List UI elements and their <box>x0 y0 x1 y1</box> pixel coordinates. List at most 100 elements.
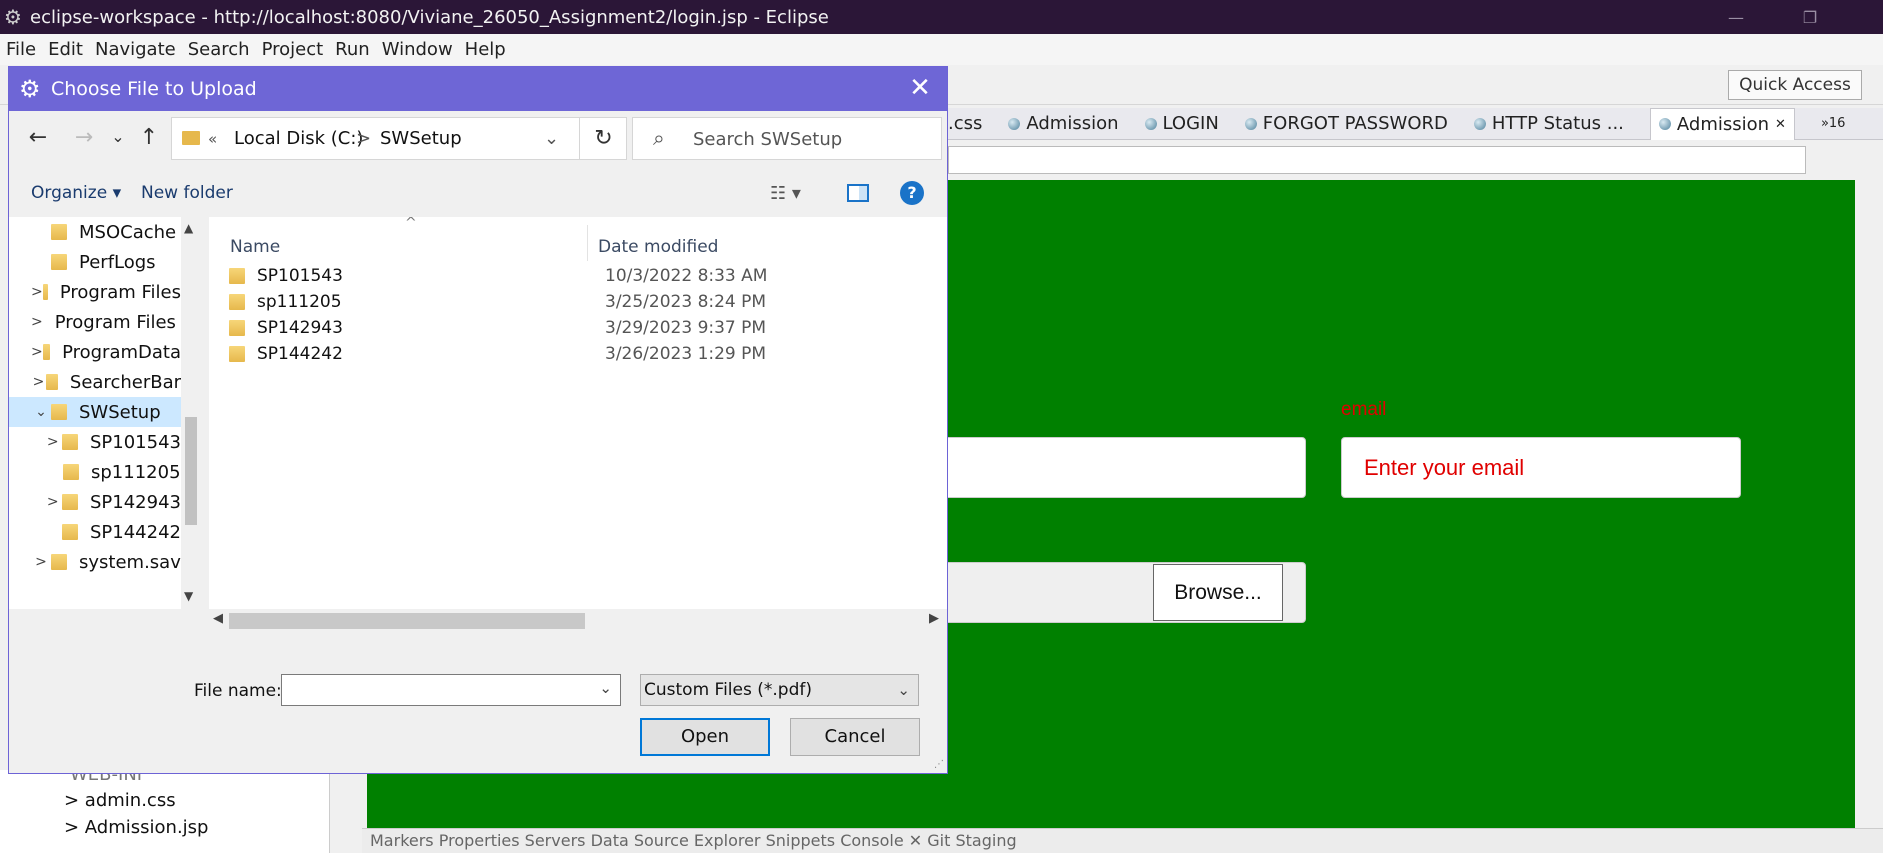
scrollbar-thumb[interactable] <box>229 613 585 629</box>
tree-item[interactable]: > Program Files <box>31 277 181 307</box>
menu-project[interactable]: Project <box>262 39 324 60</box>
folder-icon <box>62 494 78 510</box>
tree-item-admin-css[interactable]: > admin.css <box>64 790 176 811</box>
tab-css[interactable]: .css <box>948 113 982 134</box>
browse-button[interactable]: Browse... <box>1153 564 1283 621</box>
tree-item-label: SearcherBar <box>69 371 181 393</box>
quick-access-field[interactable]: Quick Access <box>1728 70 1862 100</box>
tree-item[interactable]: > SP101543 <box>43 427 181 457</box>
file-name-input[interactable]: ⌄ <box>281 674 621 706</box>
breadcrumb-separator: > <box>356 128 372 149</box>
tree-item[interactable]: > Program Files ( <box>31 307 189 337</box>
resize-grip-icon[interactable]: ⋰ <box>934 759 944 770</box>
tree-item[interactable]: > system.sav <box>31 547 181 577</box>
tree-item[interactable]: PerfLogs <box>31 247 181 277</box>
file-name: SP101543 <box>257 266 343 286</box>
address-bar[interactable]: « Local Disk (C:) > SWSetup ⌄ <box>171 117 627 160</box>
tab-admission-active[interactable]: Admission ✕ <box>1649 107 1795 140</box>
minimize-button[interactable]: — <box>1712 0 1760 34</box>
column-divider[interactable] <box>587 225 588 261</box>
file-list-hscrollbar[interactable]: ◀ ▶ <box>209 609 947 631</box>
tab-label: LOGIN <box>1162 113 1219 134</box>
view-options-icon[interactable]: ☷ ▾ <box>770 183 801 204</box>
tab-label: .css <box>948 113 983 134</box>
forward-arrow-icon[interactable]: → <box>69 125 99 150</box>
tree-item[interactable]: SP144242 <box>43 517 181 547</box>
tab-overflow[interactable]: »16 <box>1821 116 1846 131</box>
tree-item-label: system.sav <box>79 551 181 573</box>
file-type-select[interactable]: Custom Files (*.pdf) ⌄ <box>640 674 919 706</box>
menu-window[interactable]: Window <box>382 39 453 60</box>
file-date: 3/26/2023 1:29 PM <box>605 344 767 364</box>
scroll-left-icon[interactable]: ◀ <box>213 611 223 626</box>
name-input[interactable] <box>930 437 1306 498</box>
breadcrumb-folder[interactable]: SWSetup <box>380 128 462 149</box>
tree-item[interactable]: > ProgramData <box>31 337 181 367</box>
tree-item[interactable]: sp111205 <box>43 457 181 487</box>
breadcrumb-overflow[interactable]: « <box>208 130 217 148</box>
file-row[interactable]: sp111205 3/25/2023 8:24 PM <box>229 289 929 315</box>
tab-label: FORGOT PASSWORD <box>1262 113 1448 134</box>
file-upload-dialog: ⚙ Choose File to Upload ✕ ← → ⌄ ↑ « Loca… <box>8 66 948 774</box>
menu-file[interactable]: File <box>6 39 36 60</box>
column-header-date[interactable]: Date modified <box>598 237 718 257</box>
editor-tab-bar: .css Admission LOGIN FORGOT PASSWORD HTT… <box>948 107 1883 140</box>
tab-forgot-password[interactable]: FORGOT PASSWORD <box>1244 113 1448 134</box>
project-explorer: WEB-INF > admin.css > Admission.jsp <box>0 764 330 853</box>
chevron-icon: ⌄ <box>35 404 47 420</box>
sort-indicator-icon: ^ <box>405 217 417 231</box>
tab-login[interactable]: LOGIN <box>1144 113 1219 134</box>
tab-label: Admission <box>1676 113 1770 135</box>
navigation-pane: MSOCache PerfLogs > Program Files > Progra… <box>9 217 201 609</box>
menu-edit[interactable]: Edit <box>48 39 83 60</box>
scroll-right-icon[interactable]: ▶ <box>929 611 939 626</box>
chevron-down-icon[interactable]: ⌄ <box>599 679 612 697</box>
menu-help[interactable]: Help <box>465 39 506 60</box>
menu-bar: File Edit Navigate Search Project Run Wi… <box>0 34 1883 65</box>
open-button[interactable]: Open <box>640 718 770 756</box>
search-box[interactable]: ⌕ <box>632 117 942 160</box>
tree-item-label: Program Files ( <box>54 311 189 333</box>
tree-item[interactable]: MSOCache <box>31 217 181 247</box>
organize-button[interactable]: Organize ▾ <box>31 183 121 203</box>
recent-locations-chevron-icon[interactable]: ⌄ <box>103 127 133 146</box>
search-input[interactable] <box>693 127 933 151</box>
menu-run[interactable]: Run <box>335 39 370 60</box>
help-icon[interactable]: ? <box>900 181 924 205</box>
refresh-icon[interactable]: ↻ <box>579 117 627 160</box>
tab-admission[interactable]: Admission <box>1008 113 1119 134</box>
menu-navigate[interactable]: Navigate <box>95 39 176 60</box>
up-arrow-icon[interactable]: ↑ <box>134 125 164 150</box>
cancel-button[interactable]: Cancel <box>790 718 920 756</box>
restore-button[interactable]: ❐ <box>1786 0 1834 34</box>
tab-http-status[interactable]: HTTP Status ... <box>1473 113 1624 134</box>
page-scrollbar[interactable] <box>1855 180 1883 828</box>
tab-label: Admission <box>1026 113 1119 134</box>
file-row[interactable]: SP101543 10/3/2022 8:33 AM <box>229 263 929 289</box>
folder-icon <box>229 294 245 310</box>
scrollbar-thumb[interactable] <box>185 417 197 525</box>
chevron-icon: > <box>46 434 59 450</box>
tree-item[interactable]: > SearcherBar <box>31 367 181 397</box>
url-input[interactable] <box>948 146 1806 174</box>
tree-item-admission-jsp[interactable]: > Admission.jsp <box>64 817 208 838</box>
tree-item-selected[interactable]: ⌄ SWSetup <box>9 397 181 427</box>
menu-search[interactable]: Search <box>188 39 250 60</box>
column-header-name[interactable]: Name <box>230 237 280 257</box>
file-row[interactable]: SP142943 3/29/2023 9:37 PM <box>229 315 929 341</box>
scroll-down-icon[interactable]: ▼ <box>184 589 193 603</box>
breadcrumb-drive[interactable]: Local Disk (C:) <box>234 128 363 149</box>
dialog-close-button[interactable]: ✕ <box>905 73 935 103</box>
new-folder-button[interactable]: New folder <box>141 183 233 203</box>
back-arrow-icon[interactable]: ← <box>23 125 53 150</box>
tree-item[interactable]: > SP142943 <box>43 487 181 517</box>
preview-pane-icon[interactable] <box>847 184 869 202</box>
scroll-up-icon[interactable]: ▲ <box>184 221 193 235</box>
file-row[interactable]: SP144242 3/26/2023 1:29 PM <box>229 341 929 367</box>
bottom-view-tabs[interactable]: Markers Properties Servers Data Source E… <box>362 828 1883 853</box>
address-dropdown-icon[interactable]: ⌄ <box>544 128 559 149</box>
close-tab-icon[interactable]: ✕ <box>1775 117 1786 132</box>
email-input[interactable]: Enter your email <box>1341 437 1741 498</box>
folder-icon <box>62 434 78 450</box>
tree-scrollbar[interactable]: ▲ ▼ <box>181 217 201 609</box>
